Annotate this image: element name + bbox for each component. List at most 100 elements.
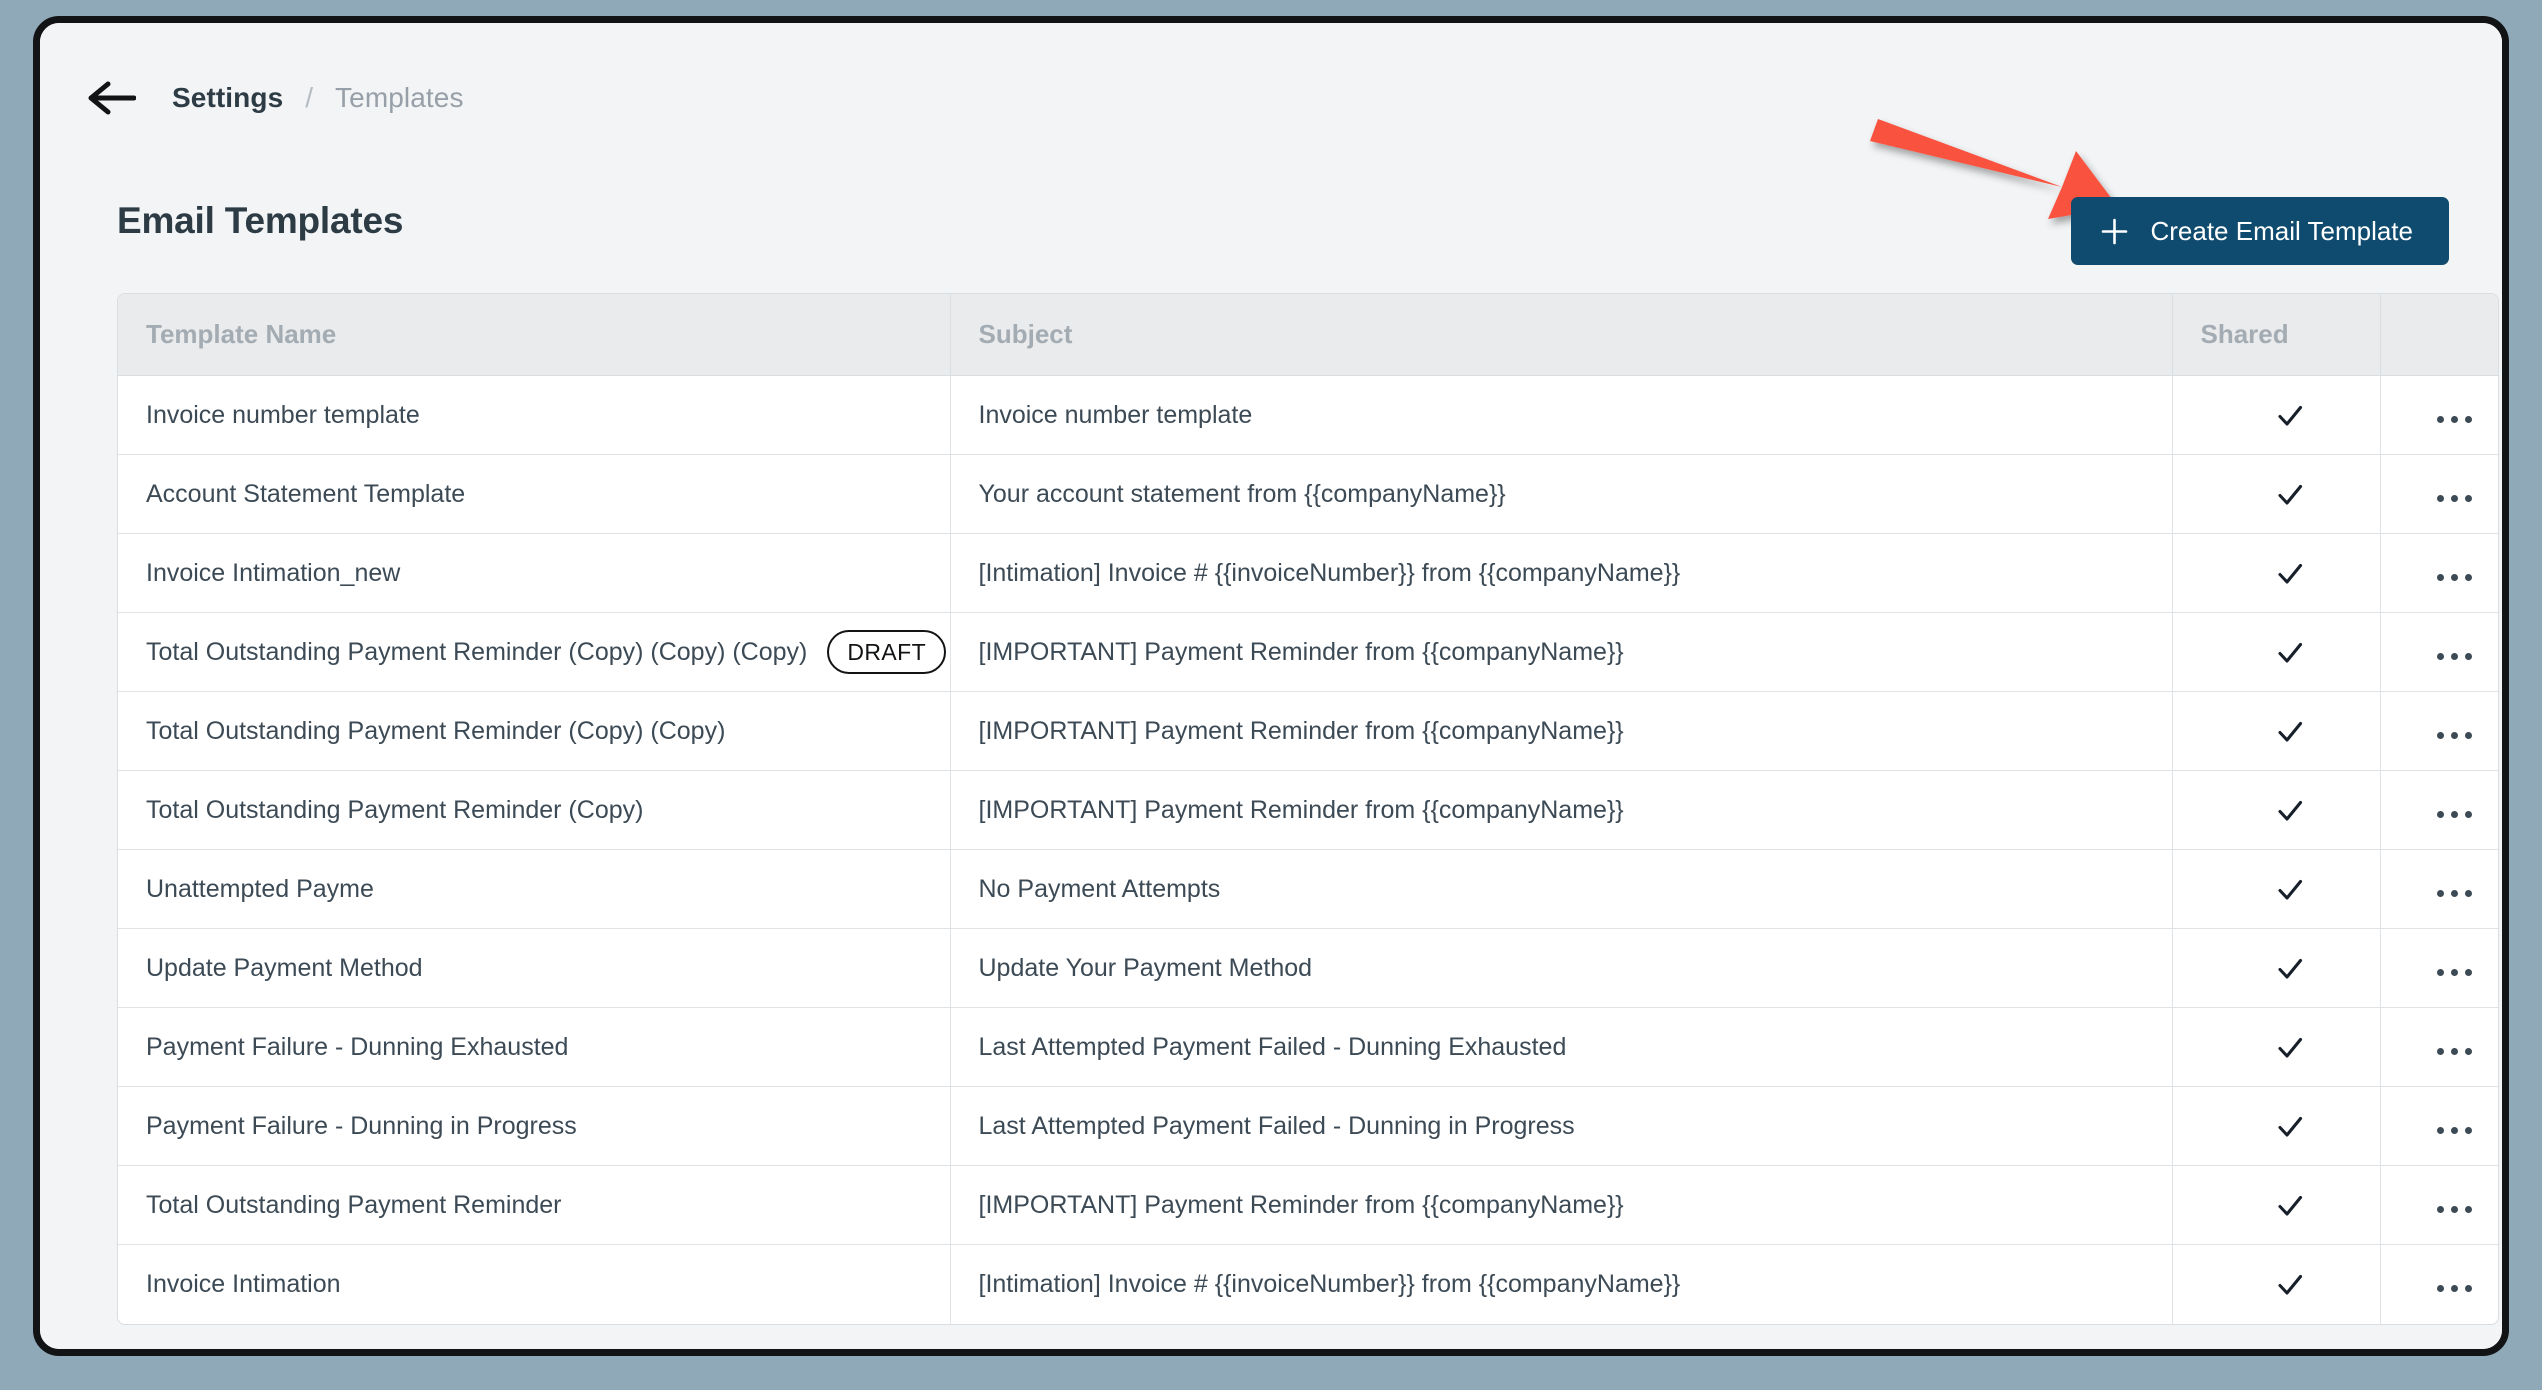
cell-subject: [IMPORTANT] Payment Reminder from {{comp…	[950, 770, 2173, 850]
cell-subject: [Intimation] Invoice # {{invoiceNumber}}…	[950, 533, 2173, 613]
template-name-text: Total Outstanding Payment Reminder (Copy…	[146, 795, 644, 824]
back-arrow-icon[interactable]	[88, 81, 172, 115]
cell-shared	[2172, 1086, 2381, 1166]
cell-template-name: Payment Failure - Dunning Exhausted	[118, 1007, 951, 1087]
check-icon	[2276, 1190, 2304, 1218]
table-header-row: Template Name Subject Shared	[118, 294, 2498, 376]
cell-actions	[2380, 928, 2498, 1008]
ellipsis-icon[interactable]	[2436, 415, 2472, 423]
column-header-shared[interactable]: Shared	[2172, 294, 2381, 376]
table-row[interactable]: Total Outstanding Payment Reminder (Copy…	[118, 612, 2498, 692]
cell-template-name: Total Outstanding Payment Reminder	[118, 1165, 951, 1245]
page-title: Email Templates	[117, 200, 404, 241]
cell-subject: Last Attempted Payment Failed - Dunning …	[950, 1086, 2173, 1166]
ellipsis-icon[interactable]	[2436, 573, 2472, 581]
cell-shared	[2172, 375, 2381, 455]
cell-subject: Invoice number template	[950, 375, 2173, 455]
table-row[interactable]: Total Outstanding Payment Reminder [IMPOR…	[118, 1165, 2498, 1245]
create-email-template-label: Create Email Template	[2150, 215, 2413, 246]
cell-shared	[2172, 928, 2381, 1008]
table-row[interactable]: Payment Failure - Dunning in Progress Las…	[118, 1086, 2498, 1166]
check-icon	[2276, 1032, 2304, 1060]
ellipsis-icon[interactable]	[2436, 1047, 2472, 1055]
cell-subject: Your account statement from {{companyNam…	[950, 454, 2173, 534]
column-header-actions	[2380, 294, 2498, 376]
cell-shared	[2172, 691, 2381, 771]
cell-shared	[2172, 1165, 2381, 1245]
cell-template-name: Account Statement Template	[118, 454, 951, 534]
plus-icon	[2101, 218, 2128, 245]
cell-template-name: Invoice Intimation_new	[118, 533, 951, 613]
table-body: Invoice number template Invoice number te…	[118, 375, 2498, 1324]
cell-shared	[2172, 1007, 2381, 1087]
breadcrumb-settings-link[interactable]: Settings	[172, 82, 283, 114]
create-email-template-button[interactable]: Create Email Template	[2071, 197, 2449, 265]
template-name-text: Invoice Intimation_new	[146, 558, 401, 587]
cell-shared	[2172, 612, 2381, 692]
cell-template-name: Invoice number template	[118, 375, 951, 455]
cell-subject: Last Attempted Payment Failed - Dunning …	[950, 1007, 2173, 1087]
cell-actions	[2380, 849, 2498, 929]
ellipsis-icon[interactable]	[2436, 652, 2472, 660]
template-name-text: Account Statement Template	[146, 479, 466, 508]
cell-actions	[2380, 612, 2498, 692]
table-row[interactable]: Unattempted Payme No Payment Attempts	[118, 849, 2498, 929]
cell-template-name: Total Outstanding Payment Reminder (Copy…	[118, 770, 951, 850]
template-name-text: Total Outstanding Payment Reminder	[146, 1190, 562, 1219]
cell-template-name: Total Outstanding Payment Reminder (Copy…	[118, 691, 951, 771]
check-icon	[2276, 874, 2304, 902]
cell-template-name: Payment Failure - Dunning in Progress	[118, 1086, 951, 1166]
email-templates-table: Template Name Subject Shared Invoice num…	[117, 293, 2499, 1325]
cell-actions	[2380, 770, 2498, 850]
cell-actions	[2380, 533, 2498, 613]
breadcrumb-separator: /	[305, 82, 314, 113]
cell-template-name: Update Payment Method	[118, 928, 951, 1008]
ellipsis-icon[interactable]	[2436, 494, 2472, 502]
ellipsis-icon[interactable]	[2436, 731, 2472, 739]
table-row[interactable]: Invoice Intimation_new [Intimation] Invoi…	[118, 533, 2498, 613]
cell-template-name: Total Outstanding Payment Reminder (Copy…	[118, 612, 951, 692]
table-row[interactable]: Total Outstanding Payment Reminder (Copy…	[118, 770, 2498, 850]
table-row[interactable]: Account Statement Template Your account s…	[118, 454, 2498, 534]
check-icon	[2276, 558, 2304, 586]
cell-template-name: Unattempted Payme	[118, 849, 951, 929]
table-row[interactable]: Update Payment Method Update Your Payment…	[118, 928, 2498, 1008]
cell-shared	[2172, 1244, 2381, 1324]
cell-actions	[2380, 1086, 2498, 1166]
cell-subject: [IMPORTANT] Payment Reminder from {{comp…	[950, 691, 2173, 771]
cell-actions	[2380, 1165, 2498, 1245]
ellipsis-icon[interactable]	[2436, 968, 2472, 976]
cell-subject: No Payment Attempts	[950, 849, 2173, 929]
cell-shared	[2172, 533, 2381, 613]
template-name-text: Payment Failure - Dunning Exhausted	[146, 1032, 569, 1061]
check-icon	[2276, 1270, 2304, 1298]
table-row[interactable]: Invoice Intimation [Intimation] Invoice #…	[118, 1244, 2498, 1324]
cell-subject: [Intimation] Invoice # {{invoiceNumber}}…	[950, 1244, 2173, 1324]
cell-subject: [IMPORTANT] Payment Reminder from {{comp…	[950, 1165, 2173, 1245]
ellipsis-icon[interactable]	[2436, 1205, 2472, 1213]
ellipsis-icon[interactable]	[2436, 1284, 2472, 1292]
check-icon	[2276, 479, 2304, 507]
ellipsis-icon[interactable]	[2436, 810, 2472, 818]
template-name-text: Unattempted Payme	[146, 874, 374, 903]
cell-subject: Update Your Payment Method	[950, 928, 2173, 1008]
table-row[interactable]: Invoice number template Invoice number te…	[118, 375, 2498, 455]
cell-shared	[2172, 849, 2381, 929]
cell-actions	[2380, 454, 2498, 534]
breadcrumb: Settings / Templates	[88, 74, 464, 122]
ellipsis-icon[interactable]	[2436, 889, 2472, 897]
template-name-text: Total Outstanding Payment Reminder (Copy…	[146, 716, 726, 745]
column-header-template-name[interactable]: Template Name	[118, 294, 951, 376]
ellipsis-icon[interactable]	[2436, 1126, 2472, 1134]
table-row[interactable]: Payment Failure - Dunning Exhausted Last …	[118, 1007, 2498, 1087]
template-name-text: Payment Failure - Dunning in Progress	[146, 1111, 577, 1140]
cell-template-name: Invoice Intimation	[118, 1244, 951, 1324]
cell-actions	[2380, 375, 2498, 455]
cell-shared	[2172, 454, 2381, 534]
settings-templates-page: Settings / Templates Email Templates Cre…	[40, 23, 2502, 1349]
column-header-subject[interactable]: Subject	[950, 294, 2173, 376]
breadcrumb-templates-current: Templates	[335, 82, 464, 113]
cell-actions	[2380, 1007, 2498, 1087]
table-row[interactable]: Total Outstanding Payment Reminder (Copy…	[118, 691, 2498, 771]
check-icon	[2276, 795, 2304, 823]
